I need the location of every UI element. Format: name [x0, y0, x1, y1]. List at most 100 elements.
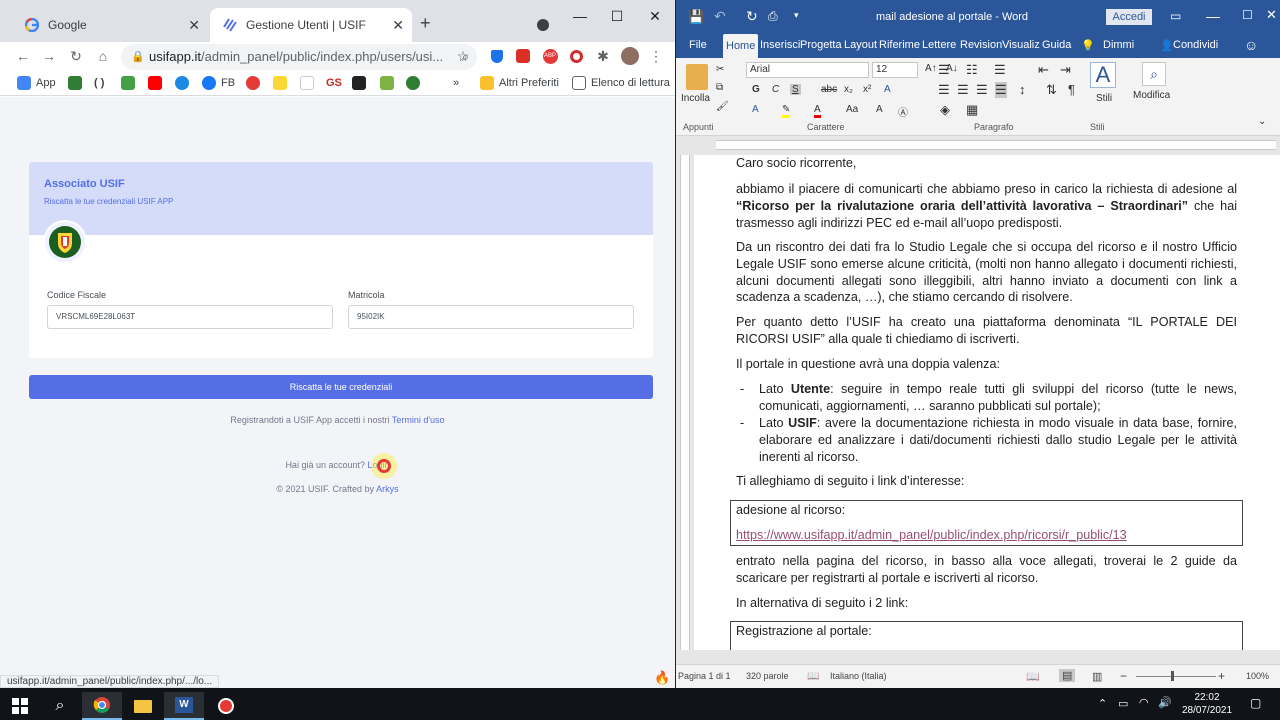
maximize-icon[interactable]: ☐	[1242, 8, 1253, 22]
footer-link[interactable]: Arkys	[376, 484, 399, 494]
clear-format-icon[interactable]: A	[884, 84, 891, 95]
new-tab-button[interactable]: +	[420, 14, 431, 32]
volume-icon[interactable]: 🔊	[1158, 696, 1172, 709]
tab-review[interactable]: Revision	[960, 39, 1002, 51]
language[interactable]: Italiano (Italia)	[830, 671, 887, 681]
zoom-level[interactable]: 100%	[1246, 671, 1269, 681]
bookmark-7[interactable]	[246, 75, 265, 91]
bookmark-fb[interactable]: FB	[202, 75, 235, 91]
search-icon[interactable]: ⌕	[40, 692, 80, 720]
home-icon[interactable]: ⌂	[92, 45, 114, 67]
font-name-select[interactable]: Arial	[746, 62, 869, 78]
align-right-icon[interactable]: ☰	[976, 82, 988, 98]
bookmark-2[interactable]: ( )	[94, 75, 104, 91]
close-tab-icon[interactable]: ✕	[188, 17, 200, 34]
tab-usif[interactable]: Gestione Utenti | USIF ✕	[210, 8, 412, 42]
opera-extension-icon[interactable]	[565, 45, 587, 67]
zoom-slider-thumb[interactable]	[1171, 671, 1174, 681]
tab-mailings[interactable]: Lettere	[922, 39, 956, 51]
format-painter-icon[interactable]: 🖌	[716, 101, 729, 112]
subscript-icon[interactable]: x₂	[844, 84, 853, 95]
bookmark-yahoo[interactable]	[352, 75, 371, 91]
share-button[interactable]: Condividi	[1173, 39, 1218, 51]
superscript-icon[interactable]: x²	[863, 84, 871, 95]
ribbon-display-icon[interactable]: ▭	[1170, 9, 1181, 23]
find-icon[interactable]: ⌕	[1142, 62, 1166, 86]
decrease-indent-icon[interactable]: ⇤	[1038, 62, 1049, 78]
matricola-input[interactable]: 95I02IK	[348, 305, 634, 329]
wifi-icon[interactable]: ◠	[1139, 696, 1149, 709]
smiley-feedback-icon[interactable]: ☺	[1244, 37, 1258, 53]
extensions-puzzle-icon[interactable]: ✱	[592, 45, 614, 67]
screen-recorder-icon[interactable]	[206, 692, 246, 720]
sort-icon[interactable]: ⇅	[1046, 82, 1057, 98]
tab-search-icon[interactable]	[537, 19, 549, 31]
bookmark-5[interactable]	[175, 75, 194, 91]
forward-icon[interactable]: →	[38, 45, 60, 67]
bookmark-9[interactable]	[300, 75, 319, 91]
bullets-icon[interactable]: ☰	[938, 62, 950, 78]
paste-button[interactable]: Incolla	[681, 93, 710, 104]
styles-icon[interactable]: A	[1090, 62, 1116, 88]
borders-icon[interactable]: ▦	[966, 102, 978, 118]
file-explorer-icon[interactable]	[123, 692, 163, 720]
grow-font-icon[interactable]: A↑	[925, 63, 937, 74]
bookmark-3[interactable]	[121, 75, 140, 91]
font-color-icon[interactable]: A	[814, 104, 821, 118]
windows-start-icon[interactable]	[0, 692, 40, 720]
align-center-icon[interactable]: ☰	[957, 82, 969, 98]
sign-in-button[interactable]: Accedi	[1106, 9, 1152, 25]
numbering-icon[interactable]: ☷	[966, 62, 978, 78]
bookmark-apps[interactable]: App	[17, 75, 56, 91]
tab-google[interactable]: Google ✕	[12, 8, 208, 42]
increase-indent-icon[interactable]: ⇥	[1060, 62, 1071, 78]
cut-icon[interactable]: ✂	[716, 64, 724, 75]
tab-home[interactable]: Home	[723, 34, 759, 58]
record-extension-icon[interactable]	[512, 45, 534, 67]
tray-overflow-icon[interactable]: ⌃	[1098, 697, 1107, 710]
bookmark-youtube[interactable]	[148, 75, 167, 91]
zoom-out-icon[interactable]: −	[1120, 669, 1127, 683]
back-icon[interactable]: ←	[12, 45, 34, 67]
underline-icon[interactable]: S	[790, 84, 801, 95]
bookmark-gs[interactable]: GS	[326, 75, 342, 91]
read-mode-icon[interactable]: 📖	[1026, 670, 1040, 683]
terms-link[interactable]: Termini d'uso	[392, 415, 445, 425]
document-page[interactable]: Caro socio ricorrente, abbiamo il piacer…	[694, 155, 1280, 650]
codice-fiscale-input[interactable]: VRSCML69E28L063T	[47, 305, 333, 329]
char-border-icon[interactable]: Ⓐ	[898, 104, 908, 119]
tab-insert[interactable]: Inserisci	[760, 39, 800, 51]
undo-icon[interactable]: ↶	[714, 8, 726, 25]
word-count[interactable]: 320 parole	[746, 671, 789, 681]
tab-view[interactable]: Visualiz	[1002, 39, 1040, 51]
close-window-icon[interactable]: ✕	[1266, 7, 1277, 23]
chrome-taskbar-icon[interactable]	[82, 692, 122, 720]
adhesion-link[interactable]: https://www.usifapp.it/admin_panel/publi…	[736, 527, 1127, 544]
bold-icon[interactable]: G	[752, 84, 760, 95]
shield-extension-icon[interactable]	[486, 45, 508, 67]
bookmark-8[interactable]	[273, 75, 292, 91]
bookmark-other-folder[interactable]: Altri Preferiti	[480, 75, 559, 91]
justify-icon[interactable]: ☰	[995, 82, 1007, 98]
align-left-icon[interactable]: ☰	[938, 82, 950, 98]
multilevel-list-icon[interactable]: ☰	[994, 62, 1006, 78]
qat-dropdown-icon[interactable]: ▾	[794, 10, 799, 21]
zoom-in-icon[interactable]: +	[1218, 669, 1225, 683]
paste-icon[interactable]	[686, 64, 708, 90]
bookmarks-overflow[interactable]: »	[453, 75, 459, 91]
print-preview-icon[interactable]: ⎙	[768, 9, 778, 24]
tab-help[interactable]: Guida	[1042, 39, 1071, 51]
styles-button[interactable]: Stili	[1096, 93, 1112, 104]
maximize-icon[interactable]: ☐	[602, 8, 632, 25]
bookmark-12[interactable]	[380, 75, 399, 91]
word-taskbar-icon[interactable]: W	[164, 692, 204, 720]
strikethrough-icon[interactable]: abc	[821, 84, 837, 95]
chrome-menu-icon[interactable]: ⋮	[645, 45, 667, 67]
minimize-icon[interactable]: —	[1206, 8, 1220, 24]
italic-icon[interactable]: C	[772, 84, 779, 95]
claim-credentials-button[interactable]: Riscatta le tue credenziali	[29, 375, 653, 399]
proofing-icon[interactable]: 📖	[807, 671, 819, 682]
address-bar[interactable]: 🔒 usifapp.it/admin_panel/public/index.ph…	[121, 44, 477, 70]
shading-icon[interactable]: ◈	[940, 102, 950, 118]
tell-me-search[interactable]: Dimmi	[1103, 39, 1134, 51]
